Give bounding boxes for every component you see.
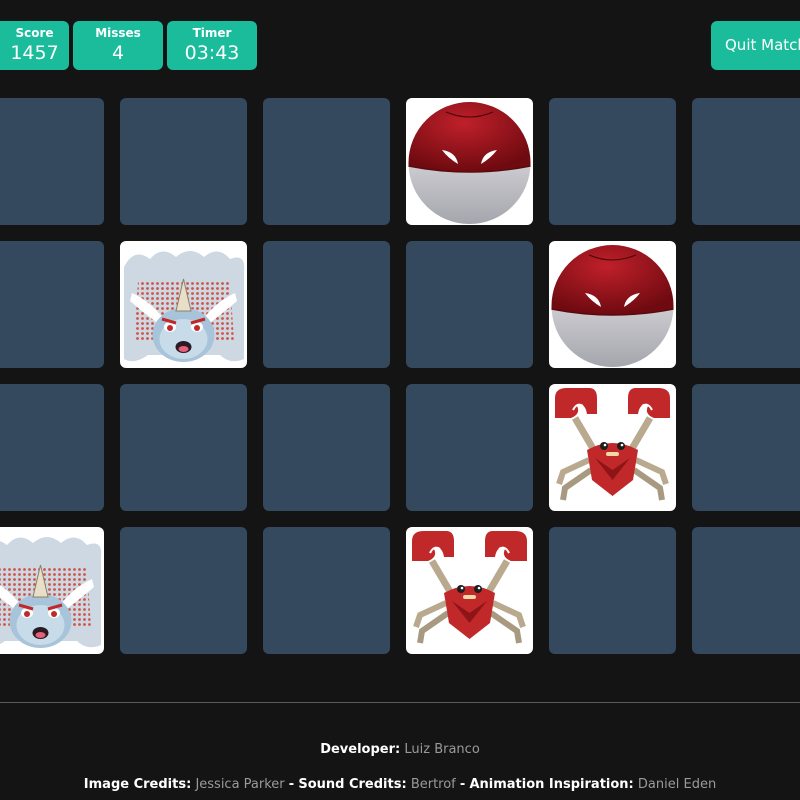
animation-credits-label: Animation Inspiration: bbox=[469, 777, 634, 792]
score-panel: Score 1457 bbox=[0, 21, 69, 70]
card-facedown[interactable] bbox=[692, 527, 800, 654]
image-credits-name: Jessica Parker bbox=[195, 777, 285, 792]
misses-label: Misses bbox=[95, 26, 141, 40]
timer-label: Timer bbox=[192, 26, 232, 40]
timer-value: 03:43 bbox=[184, 42, 240, 64]
card-facedown[interactable] bbox=[120, 384, 247, 511]
developer-credit: Developer: Luiz Branco bbox=[0, 742, 800, 757]
card-facedown[interactable] bbox=[692, 384, 800, 511]
footer-divider bbox=[0, 702, 800, 703]
card-voltorb[interactable] bbox=[406, 98, 533, 225]
card-facedown[interactable] bbox=[263, 241, 390, 368]
card-voltorb[interactable] bbox=[549, 241, 676, 368]
sound-credits-name: Bertrof bbox=[410, 777, 456, 792]
misses-value: 4 bbox=[111, 42, 125, 64]
card-facedown[interactable] bbox=[0, 384, 104, 511]
separator: - bbox=[288, 777, 295, 792]
card-krabby[interactable] bbox=[549, 384, 676, 511]
separator: - bbox=[459, 777, 466, 792]
misses-panel: Misses 4 bbox=[73, 21, 163, 70]
developer-name: Luiz Branco bbox=[404, 742, 480, 757]
score-label: Score bbox=[15, 26, 54, 40]
quit-match-button[interactable]: Quit Match bbox=[711, 21, 800, 70]
card-facedown[interactable] bbox=[406, 384, 533, 511]
sound-credits-label: Sound Credits: bbox=[298, 777, 407, 792]
card-facedown[interactable] bbox=[692, 98, 800, 225]
timer-panel: Timer 03:43 bbox=[167, 21, 257, 70]
card-facedown[interactable] bbox=[263, 98, 390, 225]
card-facedown[interactable] bbox=[263, 384, 390, 511]
animation-credits-name: Daniel Eden bbox=[637, 777, 717, 792]
developer-label: Developer: bbox=[320, 742, 401, 757]
card-krabby[interactable] bbox=[406, 527, 533, 654]
card-facedown[interactable] bbox=[120, 527, 247, 654]
card-facedown[interactable] bbox=[0, 98, 104, 225]
card-facedown[interactable] bbox=[406, 241, 533, 368]
card-facedown[interactable] bbox=[263, 527, 390, 654]
card-facedown[interactable] bbox=[692, 241, 800, 368]
card-facedown[interactable] bbox=[549, 98, 676, 225]
asset-credits: Image Credits: Jessica Parker - Sound Cr… bbox=[0, 777, 800, 792]
card-facedown[interactable] bbox=[120, 98, 247, 225]
card-vaporeon[interactable] bbox=[120, 241, 247, 368]
card-facedown[interactable] bbox=[549, 527, 676, 654]
score-value: 1457 bbox=[10, 42, 59, 64]
image-credits-label: Image Credits: bbox=[83, 777, 192, 792]
card-facedown[interactable] bbox=[0, 241, 104, 368]
card-vaporeon[interactable] bbox=[0, 527, 104, 654]
